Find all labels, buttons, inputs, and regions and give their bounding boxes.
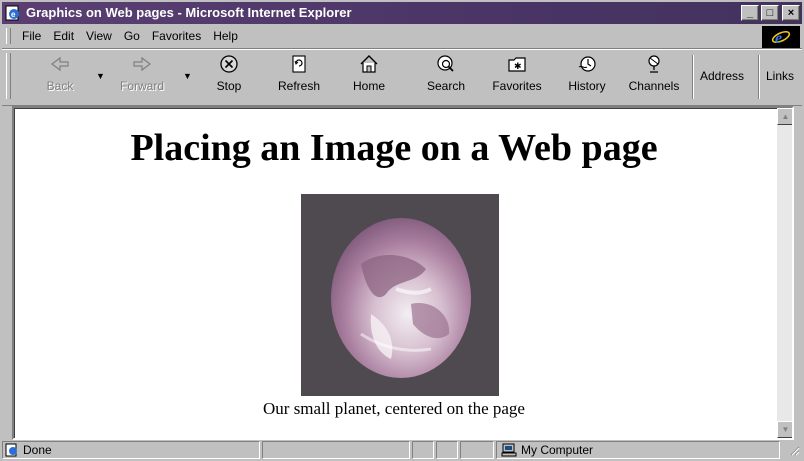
toolbar-separator xyxy=(692,55,694,99)
browser-window: e Graphics on Web pages - Microsoft Inte… xyxy=(0,0,804,461)
maximize-button[interactable]: □ xyxy=(761,5,779,21)
home-icon xyxy=(360,55,378,73)
status-pane xyxy=(460,441,494,459)
refresh-icon xyxy=(292,55,306,73)
standard-toolbar: Back ▼ Forward ▼ Stop Refresh Home Searc… xyxy=(2,48,802,106)
toolbar-separator xyxy=(758,55,760,99)
back-button[interactable]: Back xyxy=(40,53,80,101)
vertical-scrollbar[interactable]: ▲ ▼ xyxy=(777,108,792,438)
page-viewport[interactable]: Placing an Image on a Web page Our small… xyxy=(12,106,794,440)
back-arrow-icon xyxy=(51,56,69,72)
channels-button[interactable]: Channels xyxy=(626,53,682,101)
stop-icon xyxy=(220,55,238,73)
minimize-button[interactable]: _ xyxy=(741,5,759,21)
channels-satellite-icon xyxy=(648,55,660,73)
refresh-button[interactable]: Refresh xyxy=(273,53,325,101)
favorites-button[interactable]: ✱ Favorites xyxy=(487,53,547,101)
page-done-icon xyxy=(5,443,17,457)
title-bar[interactable]: e Graphics on Web pages - Microsoft Inte… xyxy=(2,2,802,24)
back-dropdown-icon[interactable]: ▼ xyxy=(96,71,105,81)
forward-arrow-icon xyxy=(133,56,151,72)
my-computer-icon xyxy=(501,443,517,457)
svg-text:e: e xyxy=(11,10,16,19)
status-bar: Done My Computer xyxy=(2,440,802,459)
menu-help[interactable]: Help xyxy=(207,29,244,43)
scroll-down-icon[interactable]: ▼ xyxy=(777,421,792,438)
menu-favorites[interactable]: Favorites xyxy=(146,29,207,43)
forward-dropdown-icon[interactable]: ▼ xyxy=(183,71,192,81)
status-pane xyxy=(262,441,410,459)
history-icon xyxy=(578,56,596,72)
close-button[interactable]: × xyxy=(782,5,800,21)
page-heading: Placing an Image on a Web page xyxy=(130,127,658,169)
favorites-icon: ✱ xyxy=(508,57,526,72)
home-button[interactable]: Home xyxy=(347,53,391,101)
scroll-up-icon[interactable]: ▲ xyxy=(777,108,792,125)
search-globe-icon xyxy=(437,55,454,72)
menu-edit[interactable]: Edit xyxy=(47,29,80,43)
svg-text:e: e xyxy=(775,30,782,47)
menu-bar: File Edit View Go Favorites Help e xyxy=(2,26,802,48)
status-pane xyxy=(436,441,458,459)
window-title: Graphics on Web pages - Microsoft Intern… xyxy=(26,5,352,20)
status-text: Done xyxy=(23,443,52,457)
zone-text: My Computer xyxy=(521,443,594,457)
address-band-label[interactable]: Address xyxy=(700,69,744,83)
search-button[interactable]: Search xyxy=(422,53,470,101)
resize-grip[interactable] xyxy=(788,444,800,456)
links-band-label[interactable]: Links xyxy=(766,69,794,83)
status-pane xyxy=(412,441,434,459)
ie-logo-icon: e xyxy=(762,26,800,48)
history-button[interactable]: History xyxy=(562,53,612,101)
menu-grip[interactable] xyxy=(6,28,11,44)
menu-go[interactable]: Go xyxy=(118,29,146,43)
ie-page-icon: e xyxy=(5,5,19,21)
status-main-pane: Done xyxy=(2,441,260,459)
toolbar-grip[interactable] xyxy=(6,53,11,99)
image-caption: Our small planet, centered on the page xyxy=(263,399,525,418)
stop-button[interactable]: Stop xyxy=(209,53,249,101)
svg-text:✱: ✱ xyxy=(514,62,522,72)
forward-button[interactable]: Forward xyxy=(116,53,168,101)
menu-file[interactable]: File xyxy=(16,29,47,43)
security-zone-pane: My Computer xyxy=(496,441,780,459)
earth-image xyxy=(301,194,499,396)
menu-view[interactable]: View xyxy=(80,29,118,43)
